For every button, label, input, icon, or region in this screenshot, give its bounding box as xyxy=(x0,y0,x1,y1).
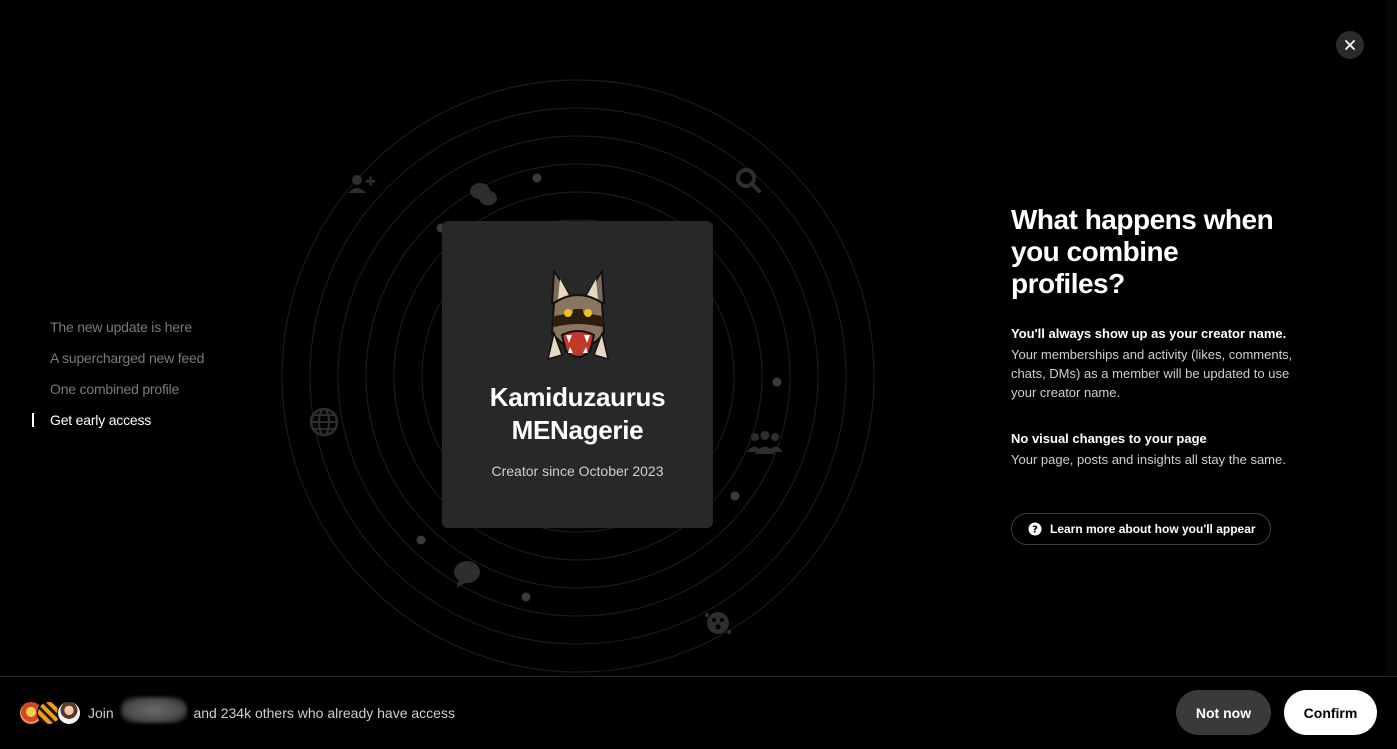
community-icon xyxy=(747,431,783,454)
creator-since: Creator since October 2023 xyxy=(491,463,664,479)
join-prefix: Join xyxy=(88,705,114,721)
info-panel: What happens when you combine profiles? … xyxy=(1011,204,1296,545)
step-early-access[interactable]: Get early access xyxy=(32,410,262,441)
join-suffix: and 234k others who already have access xyxy=(193,705,455,721)
orbit-dot xyxy=(416,535,426,545)
chat-bubble-icon xyxy=(454,561,480,588)
redacted-name xyxy=(120,697,187,724)
orbit-dot xyxy=(521,592,531,602)
chat-bubbles-icon xyxy=(470,183,497,206)
globe-icon xyxy=(309,407,339,437)
member-avatar xyxy=(57,701,81,725)
combine-profiles-modal: The new update is here A supercharged ne… xyxy=(0,0,1397,749)
help-icon: ? xyxy=(1028,522,1042,536)
close-button[interactable] xyxy=(1336,31,1364,59)
info-section-body: Your memberships and activity (likes, co… xyxy=(1011,347,1293,400)
search-icon xyxy=(736,168,761,193)
learn-more-button[interactable]: ? Learn more about how you'll appear xyxy=(1011,513,1271,545)
info-section-body: Your page, posts and insights all stay t… xyxy=(1011,452,1286,467)
step-new-feed[interactable]: A supercharged new feed xyxy=(32,348,262,379)
orbit-dot xyxy=(730,491,740,501)
bottom-bar: Join and 234k others who already have ac… xyxy=(0,676,1397,749)
member-avatars xyxy=(19,701,83,725)
orbit-dot xyxy=(772,377,782,387)
orbit-dot xyxy=(532,173,542,183)
info-section-heading: You'll always show up as your creator na… xyxy=(1011,326,1287,341)
info-section-name: You'll always show up as your creator na… xyxy=(1011,324,1296,402)
scrollbar-track[interactable] xyxy=(1385,0,1397,676)
learn-more-label: Learn more about how you'll appear xyxy=(1050,522,1256,536)
not-now-button[interactable]: Not now xyxy=(1176,690,1271,735)
info-section-heading: No visual changes to your page xyxy=(1011,431,1207,446)
emoji-icon xyxy=(705,612,731,634)
step-new-update[interactable]: The new update is here xyxy=(32,317,262,348)
confirm-button[interactable]: Confirm xyxy=(1284,690,1377,735)
step-combined-profile[interactable]: One combined profile xyxy=(32,379,262,410)
creator-avatar xyxy=(546,269,610,361)
join-text: Join and 234k others who already have ac… xyxy=(88,697,455,724)
info-section-visual: No visual changes to your page Your page… xyxy=(1011,429,1296,469)
profile-card: Kamiduzaurus MENagerie Creator since Oct… xyxy=(442,221,713,528)
info-title: What happens when you combine profiles? xyxy=(1011,204,1274,299)
creator-name: Kamiduzaurus MENagerie xyxy=(489,382,666,445)
close-icon xyxy=(1345,40,1355,50)
step-list: The new update is here A supercharged ne… xyxy=(32,317,262,441)
svg-text:?: ? xyxy=(1032,525,1038,536)
